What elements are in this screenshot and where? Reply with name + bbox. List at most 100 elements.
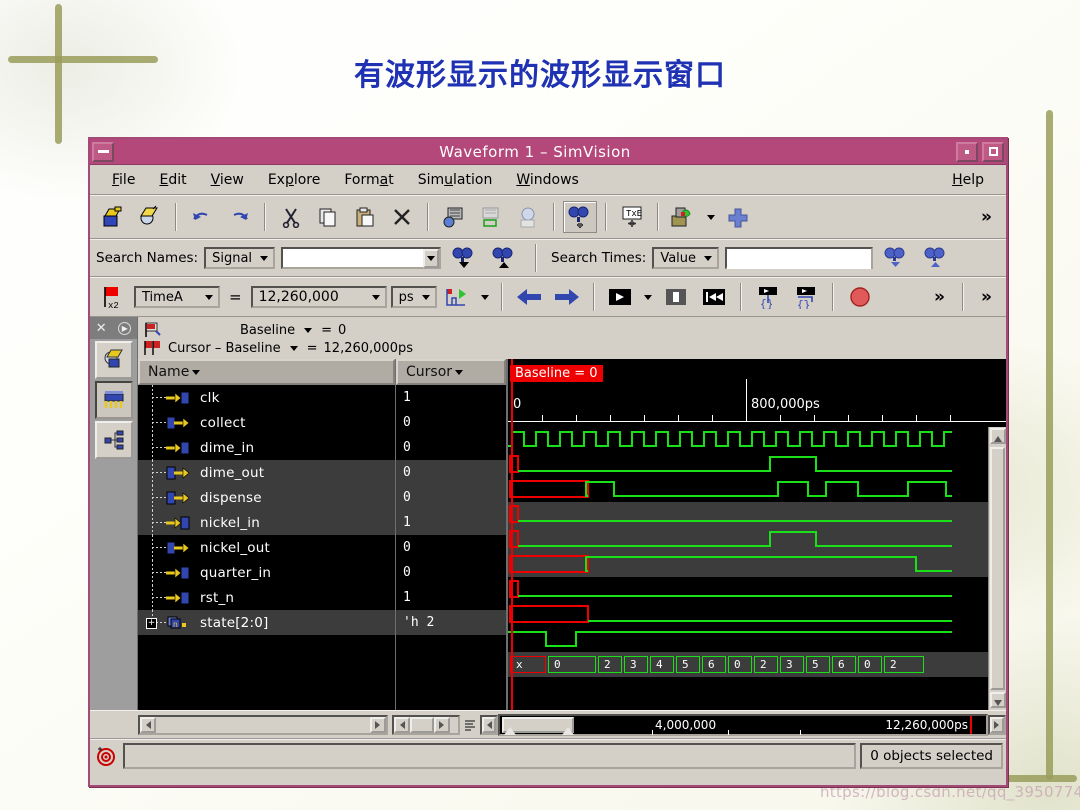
prev-transition-icon[interactable] [512,281,546,313]
time-scrollbar[interactable]: 4,000,000 12,260,000ps [498,713,988,736]
signal-row[interactable]: dime_in [138,435,395,460]
search-names-dropdown-button[interactable] [422,248,440,268]
goto-marker-icon[interactable] [441,281,475,313]
undo-icon[interactable] [185,201,219,233]
step-over-icon[interactable]: {} [789,281,823,313]
waveform-row[interactable]: x0234560235602 [508,652,1006,677]
schematic-tracer-tab[interactable] [94,421,133,459]
ungroup-icon[interactable] [511,201,545,233]
redo-icon[interactable] [222,201,256,233]
open-database-icon[interactable] [96,201,130,233]
search-names-input[interactable] [281,247,442,269]
search-names-scope-select[interactable]: Signal [204,247,276,269]
expand-group-icon[interactable] [474,201,508,233]
menu-view[interactable]: View [199,169,256,191]
waveform-row[interactable] [508,552,1006,577]
list-options-icon[interactable] [460,719,480,731]
step-into-icon[interactable]: {} [751,281,785,313]
search-time-prev-icon[interactable] [879,242,913,274]
open-design-browser-icon[interactable] [133,201,167,233]
waveform-vertical-scrollbar[interactable] [988,427,1006,710]
waveform-row[interactable] [508,477,1006,502]
signal-row[interactable]: nickel_in [138,510,395,535]
waveform-row[interactable] [508,577,1006,602]
paste-icon[interactable] [348,201,382,233]
cursor-name-select[interactable]: TimeA [134,286,220,308]
signal-row[interactable]: collect [138,410,395,435]
search-times-input-field[interactable] [727,251,872,269]
waveform-row[interactable] [508,602,1006,627]
expand-toggle[interactable]: + [146,618,157,629]
search-waveform-icon[interactable] [563,201,597,233]
waveform-tab[interactable] [94,381,133,419]
search-times-input[interactable] [725,247,874,269]
search-next-icon[interactable] [487,242,521,274]
scroll-right-arrow-icon[interactable] [434,716,450,733]
waveform-row[interactable] [508,527,1006,552]
menu-simulation[interactable]: Simulation [406,169,505,191]
restore-icon[interactable] [956,141,978,162]
waveform-row[interactable] [508,627,1006,652]
cursor-toolbar-overflow-2[interactable]: » [973,287,1000,307]
transaction-explorer-icon[interactable]: TxE [615,201,649,233]
name-column-header[interactable]: Name [138,359,395,385]
signal-row[interactable]: rst_n [138,585,395,610]
scroll-right-arrow-icon[interactable] [370,716,386,733]
send-to-waveform-icon[interactable] [667,201,701,233]
cursor-column-header[interactable]: Cursor [396,359,506,385]
signal-row[interactable]: dispense [138,485,395,510]
cursor-x2-icon[interactable]: x2 [96,281,130,313]
time-scroll-handle-right[interactable] [562,726,574,735]
time-scroll-handle-left[interactable] [504,726,516,735]
search-time-next-icon[interactable] [919,242,953,274]
signal-row[interactable]: nickel_out [138,535,395,560]
minimize-icon[interactable] [92,141,114,162]
target-icon[interactable] [93,743,119,769]
signal-row[interactable]: dime_out [138,460,395,485]
signal-row[interactable]: clk [138,385,395,410]
delete-icon[interactable] [385,201,419,233]
search-times-scope-select[interactable]: Value [652,247,720,269]
chevron-down-icon[interactable] [192,369,201,375]
signal-row[interactable]: quarter_in [138,560,395,585]
menu-windows[interactable]: Windows [504,169,591,191]
toolbar-overflow-button[interactable]: » [973,207,1000,227]
scroll-left-arrow-icon[interactable] [140,716,156,733]
menu-edit[interactable]: Edit [147,169,198,191]
time-scroll-right-arrow[interactable] [988,714,1006,735]
vertical-scroll-thumb[interactable] [990,447,1005,690]
scroll-left-arrow-icon[interactable] [482,716,496,733]
chevron-down-icon[interactable] [455,369,464,375]
waveform-ruler[interactable]: Baseline = 0 0 800,000ps [508,359,1006,427]
waveform-row[interactable] [508,452,1006,477]
search-prev-icon[interactable] [447,242,481,274]
names-horizontal-scrollbar[interactable] [138,714,388,735]
scroll-up-arrow-icon[interactable] [990,428,1006,444]
menu-help[interactable]: Help [940,169,996,191]
cursor-horizontal-scrollbar[interactable] [392,714,460,735]
dropdown-arrow-icon[interactable] [704,201,718,233]
time-scroll-left-arrow[interactable] [480,714,498,735]
menu-format[interactable]: Format [332,169,405,191]
run-dropdown-icon[interactable] [642,281,655,313]
chevron-down-icon[interactable] [289,345,298,351]
signal-row[interactable]: + n state[2:0] [138,610,395,635]
goto-dropdown-icon[interactable] [479,281,492,313]
stop-icon[interactable] [843,281,877,313]
waveform-row[interactable] [508,427,1006,452]
search-names-input-field[interactable] [283,249,423,267]
cut-icon[interactable] [274,201,308,233]
cursor-scroll-thumb[interactable] [410,716,434,733]
run-simulation-icon[interactable] [604,281,638,313]
names-scroll-track[interactable] [156,717,370,733]
add-marker-icon[interactable] [721,201,755,233]
close-panel-icon[interactable]: ✕ [96,321,107,336]
menu-explore[interactable]: Explore [256,169,333,191]
copy-icon[interactable] [311,201,345,233]
restart-icon[interactable] [697,281,731,313]
scroll-right-arrow-icon[interactable] [990,716,1004,733]
next-transition-icon[interactable] [550,281,584,313]
scroll-down-arrow-icon[interactable] [990,692,1006,708]
menu-file[interactable]: File [100,169,147,191]
create-group-icon[interactable] [437,201,471,233]
